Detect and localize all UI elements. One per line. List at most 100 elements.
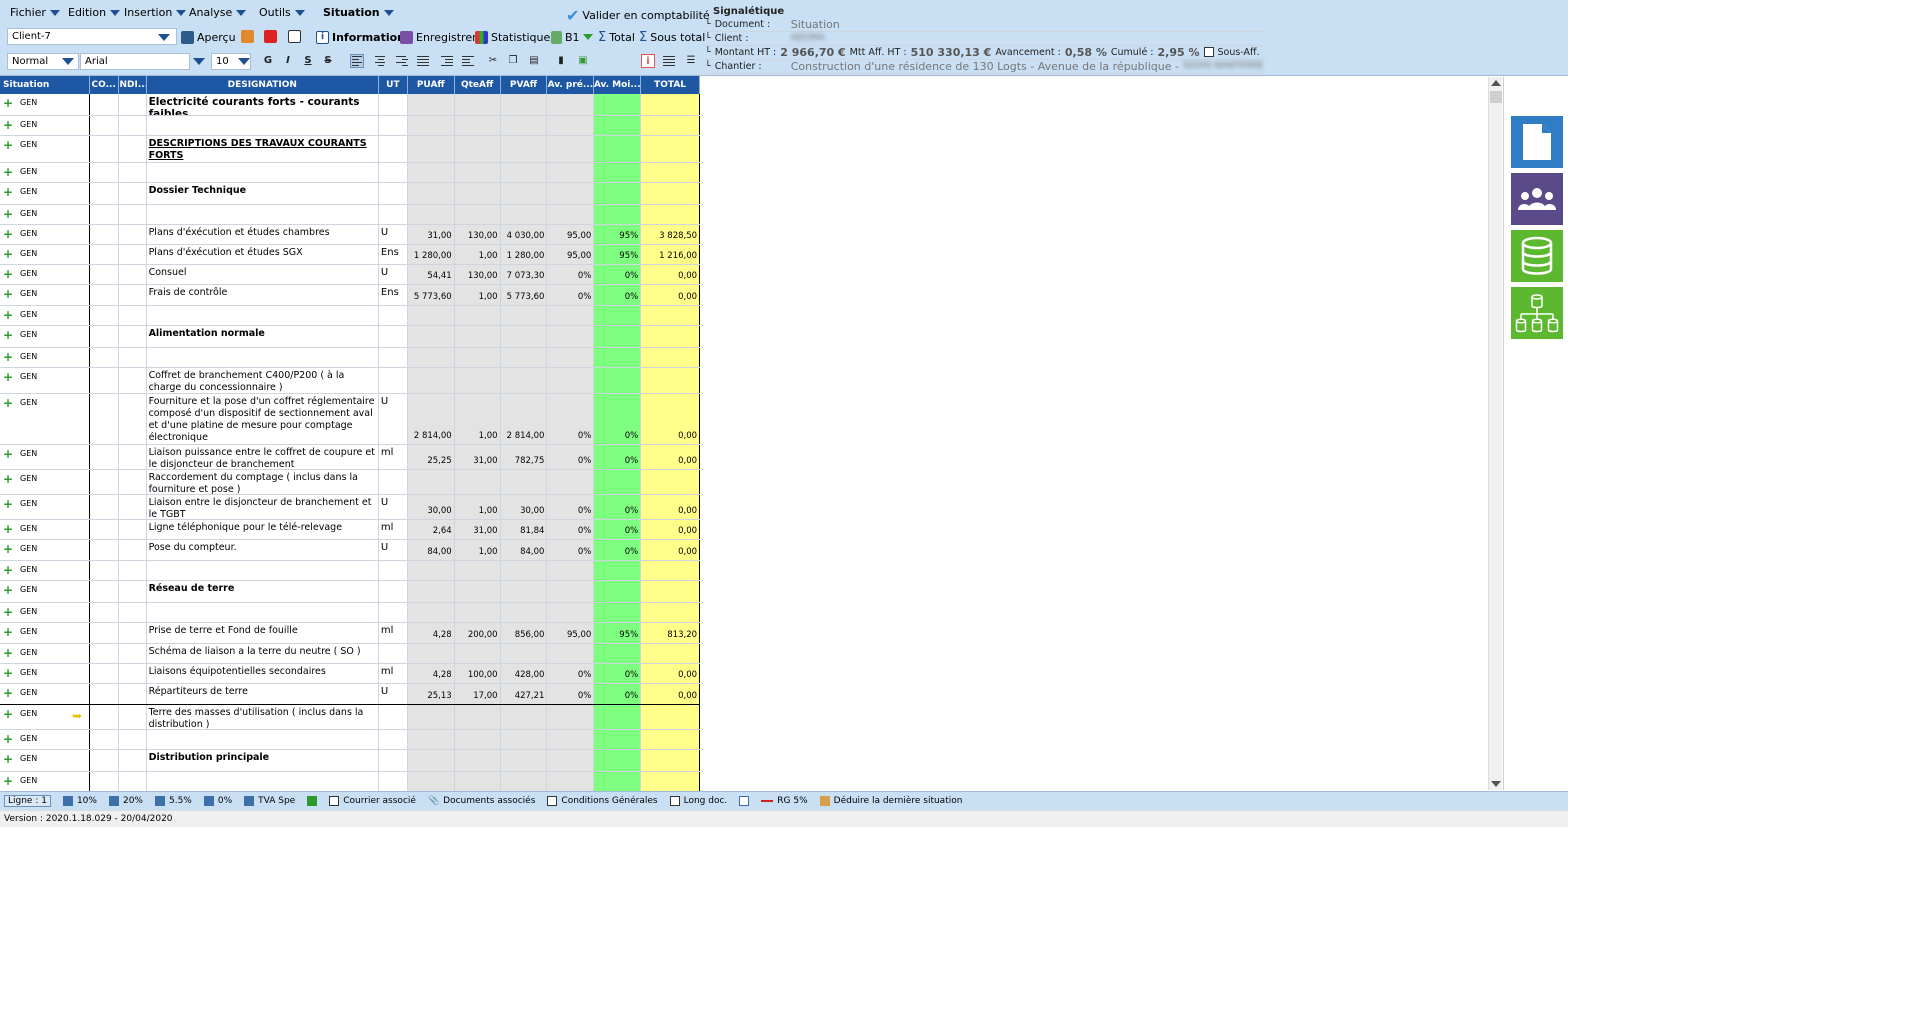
table-row[interactable]: + GEN — [0, 730, 701, 750]
total-cell[interactable]: 0,00 — [641, 540, 701, 560]
indi-cell[interactable] — [119, 183, 147, 204]
puaff-cell[interactable] — [407, 603, 455, 622]
av-moi-cell[interactable]: 0% — [594, 285, 642, 305]
menu-edition[interactable]: Edition — [68, 6, 121, 19]
tva-10-button[interactable]: 10% — [62, 796, 97, 806]
av-moi-cell[interactable]: 0% — [594, 664, 642, 683]
designation-cell[interactable]: Fourniture et la pose d'un coffret régle… — [147, 394, 379, 444]
plus-icon[interactable]: + — [0, 473, 16, 485]
puaff-cell[interactable] — [407, 705, 455, 729]
col-situation[interactable]: Situation — [0, 76, 90, 94]
indi-cell[interactable] — [119, 705, 147, 729]
situation-cell[interactable]: + GEN — [0, 326, 90, 347]
plus-icon[interactable]: + — [0, 543, 16, 555]
plus-icon[interactable]: + — [0, 448, 16, 460]
puaff-cell[interactable] — [407, 94, 455, 115]
puaff-cell[interactable]: 2,64 — [407, 520, 455, 539]
total-cell[interactable] — [641, 772, 701, 791]
pvaff-cell[interactable]: 782,75 — [500, 445, 548, 469]
designation-cell[interactable]: Electricité courants forts - courants fa… — [147, 94, 379, 115]
justify-icon[interactable] — [416, 54, 430, 68]
indi-cell[interactable] — [119, 225, 147, 244]
qteaff-cell[interactable] — [454, 603, 501, 622]
ut-cell[interactable]: ml — [379, 623, 408, 643]
av-moi-cell[interactable] — [594, 163, 642, 182]
indent-icon[interactable] — [440, 54, 454, 68]
table-row[interactable]: + GEN — [0, 772, 701, 792]
pvaff-cell[interactable] — [500, 183, 548, 204]
scroll-thumb[interactable] — [1490, 91, 1502, 103]
puaff-cell[interactable]: 54,41 — [407, 265, 455, 284]
tva-55-button[interactable]: 5.5% — [154, 796, 192, 806]
outdent-icon[interactable] — [461, 54, 475, 68]
information-button[interactable]: i Information — [316, 29, 405, 45]
total-cell[interactable]: 0,00 — [641, 664, 701, 683]
plus-icon[interactable]: + — [0, 606, 16, 618]
puaff-cell[interactable]: 25,25 — [407, 445, 455, 469]
puaff-cell[interactable]: 1 280,00 — [407, 245, 455, 264]
table-row[interactable]: + GEN — [0, 603, 701, 623]
qteaff-cell[interactable]: 1,00 — [454, 245, 501, 264]
indi-cell[interactable] — [119, 306, 147, 325]
total-cell[interactable]: 0,00 — [641, 495, 701, 519]
puaff-cell[interactable]: 31,00 — [407, 225, 455, 244]
co-cell[interactable] — [90, 163, 119, 182]
qteaff-cell[interactable]: 31,00 — [454, 520, 501, 539]
plus-icon[interactable]: + — [0, 139, 16, 151]
plus-icon[interactable]: + — [0, 523, 16, 535]
indi-cell[interactable] — [119, 561, 147, 580]
plus-icon[interactable]: + — [0, 248, 16, 260]
monitor-button[interactable] — [739, 796, 750, 806]
ut-cell[interactable] — [379, 730, 408, 749]
puaff-cell[interactable] — [407, 136, 455, 162]
av-pre-cell[interactable]: 95,00 — [547, 225, 595, 244]
plus-icon[interactable]: + — [0, 667, 16, 679]
menu-fichier[interactable]: Fichier — [10, 6, 60, 19]
qteaff-cell[interactable] — [454, 94, 501, 115]
av-pre-cell[interactable] — [547, 368, 595, 393]
pdf-icon[interactable] — [264, 30, 277, 43]
ut-cell[interactable]: U — [379, 684, 408, 704]
co-cell[interactable] — [90, 730, 119, 749]
chevron-down-icon[interactable] — [158, 34, 170, 41]
total-cell[interactable]: 813,20 — [641, 623, 701, 643]
col-av-pre[interactable]: Av. pré... — [547, 76, 595, 94]
av-pre-cell[interactable]: 0% — [547, 664, 595, 683]
designation-cell[interactable]: Schéma de liaison a la terre du neutre (… — [147, 644, 379, 663]
puaff-cell[interactable] — [407, 116, 455, 135]
table-row[interactable]: + GEN Schéma de liaison a la terre du neut… — [0, 644, 701, 664]
designation-cell[interactable]: DESCRIPTIONS DES TRAVAUX COURANTS FORTS — [147, 136, 379, 162]
av-pre-cell[interactable] — [547, 348, 595, 367]
pvaff-cell[interactable] — [500, 136, 548, 162]
situation-cell[interactable]: + GEN — [0, 772, 90, 791]
av-pre-cell[interactable] — [547, 205, 595, 224]
ut-cell[interactable] — [379, 306, 408, 325]
qteaff-cell[interactable] — [454, 116, 501, 135]
indi-cell[interactable] — [119, 348, 147, 367]
col-indi[interactable]: INDI... — [119, 76, 147, 94]
pvaff-cell[interactable] — [500, 750, 548, 771]
av-pre-cell[interactable] — [547, 116, 595, 135]
total-cell[interactable]: 1 216,00 — [641, 245, 701, 264]
av-moi-cell[interactable] — [594, 603, 642, 622]
indi-cell[interactable] — [119, 265, 147, 284]
av-moi-cell[interactable]: 0% — [594, 445, 642, 469]
scroll-up-icon[interactable] — [1491, 80, 1501, 86]
ut-cell[interactable] — [379, 470, 408, 494]
designation-cell[interactable] — [147, 163, 379, 182]
add-document-icon[interactable]: ▣ — [576, 54, 590, 68]
pvaff-cell[interactable] — [500, 470, 548, 494]
situation-cell[interactable]: + GEN — [0, 561, 90, 580]
total-cell[interactable] — [641, 183, 701, 204]
documents-associes-button[interactable]: 📎 Documents associés — [428, 796, 535, 806]
indi-cell[interactable] — [119, 368, 147, 393]
indi-cell[interactable] — [119, 285, 147, 305]
co-cell[interactable] — [90, 705, 119, 729]
total-cell[interactable] — [641, 730, 701, 749]
pvaff-cell[interactable] — [500, 306, 548, 325]
qteaff-cell[interactable]: 1,00 — [454, 540, 501, 560]
co-cell[interactable] — [90, 326, 119, 347]
qteaff-cell[interactable]: 1,00 — [454, 394, 501, 444]
plus-icon[interactable]: + — [0, 687, 16, 699]
pvaff-cell[interactable] — [500, 163, 548, 182]
